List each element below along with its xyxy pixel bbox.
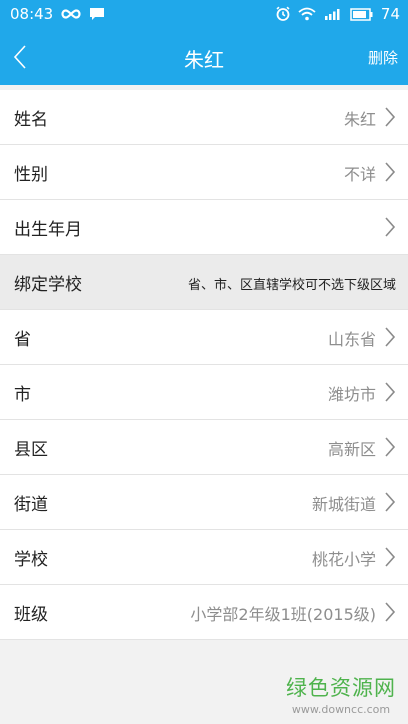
infinity-icon <box>61 8 81 20</box>
row-gender[interactable]: 性别 不详 <box>0 145 408 200</box>
message-icon <box>89 7 105 21</box>
chevron-right-icon <box>385 162 396 182</box>
chevron-right-icon <box>385 602 396 622</box>
row-value: 潍坊市 <box>327 385 376 404</box>
chevron-right-icon <box>385 547 396 567</box>
row-label: 姓名 <box>14 110 48 130</box>
status-time: 08:43 <box>10 5 54 23</box>
section-label: 绑定学校 <box>14 275 82 295</box>
app-bar: 朱红 删除 <box>0 28 408 85</box>
row-city[interactable]: 市 潍坊市 <box>0 365 408 420</box>
wifi-icon <box>298 7 316 21</box>
battery-level: 74 <box>380 5 400 23</box>
status-bar-right: 74 <box>275 5 400 23</box>
watermark-url: www.downcc.com <box>291 703 391 716</box>
signal-icon <box>323 7 343 21</box>
page-title: 朱红 <box>184 48 224 72</box>
row-label: 出生年月 <box>14 220 82 240</box>
row-province[interactable]: 省 山东省 <box>0 310 408 365</box>
row-value: 朱红 <box>343 110 376 129</box>
section-hint: 省、市、区直辖学校可不选下级区域 <box>187 278 396 293</box>
watermark: 绿色资源网 www.downcc.com <box>286 672 396 716</box>
row-label: 省 <box>14 330 31 350</box>
row-value: 高新区 <box>327 440 376 459</box>
row-district[interactable]: 县区 高新区 <box>0 420 408 475</box>
row-value: 不详 <box>343 165 376 184</box>
row-school[interactable]: 学校 桃花小学 <box>0 530 408 585</box>
chevron-right-icon <box>385 217 396 237</box>
profile-list: 姓名 朱红 性别 不详 出生年月 绑定学校 省、市、区直辖学校可不选下级区域 省… <box>0 90 408 640</box>
status-bar: 08:43 74 <box>0 0 408 28</box>
row-label: 县区 <box>14 440 48 460</box>
chevron-right-icon <box>385 492 396 512</box>
chevron-right-icon <box>385 327 396 347</box>
row-label: 学校 <box>14 550 48 570</box>
section-bind-school: 绑定学校 省、市、区直辖学校可不选下级区域 <box>0 255 408 310</box>
row-label: 班级 <box>14 605 48 625</box>
row-birthdate[interactable]: 出生年月 <box>0 200 408 255</box>
row-label: 性别 <box>14 165 48 185</box>
delete-button[interactable]: 删除 <box>368 47 398 68</box>
status-bar-left: 08:43 <box>10 5 105 23</box>
chevron-right-icon <box>385 107 396 127</box>
row-value: 桃花小学 <box>311 550 376 569</box>
row-value: 小学部2年级1班(2015级) <box>190 605 376 624</box>
row-street[interactable]: 街道 新城街道 <box>0 475 408 530</box>
row-class[interactable]: 班级 小学部2年级1班(2015级) <box>0 585 408 640</box>
row-value: 山东省 <box>327 330 376 349</box>
row-value: 新城街道 <box>311 495 376 514</box>
row-label: 街道 <box>14 495 48 515</box>
chevron-right-icon <box>385 382 396 402</box>
row-name[interactable]: 姓名 朱红 <box>0 90 408 145</box>
battery-icon <box>350 7 374 21</box>
alarm-icon <box>275 6 291 22</box>
chevron-right-icon <box>385 437 396 457</box>
watermark-title: 绿色资源网 <box>286 676 396 700</box>
row-label: 市 <box>14 385 31 405</box>
